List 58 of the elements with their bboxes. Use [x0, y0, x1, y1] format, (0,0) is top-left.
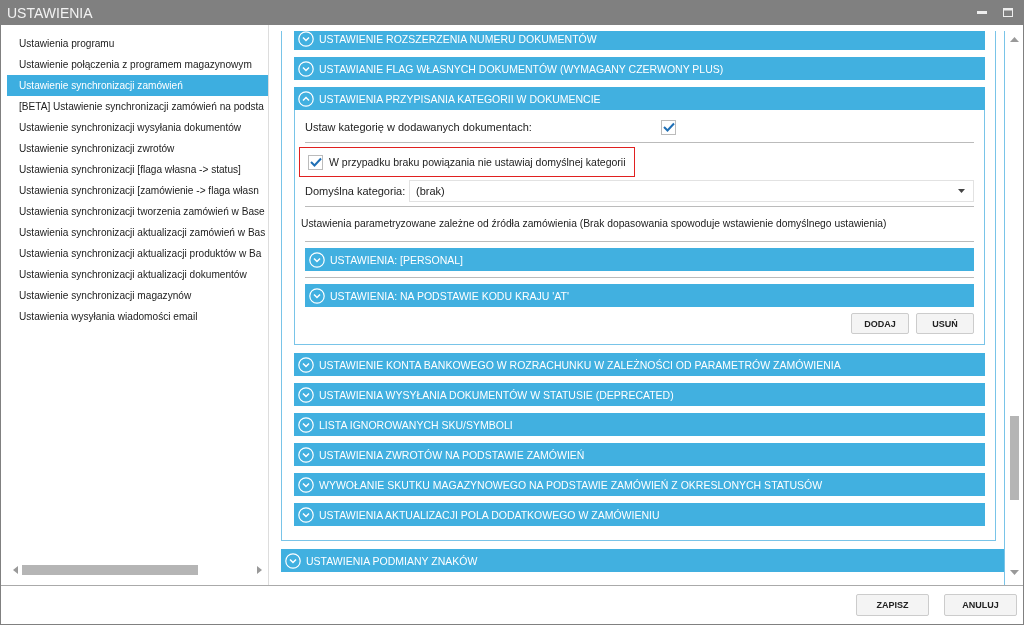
checkbox-label: W przypadku braku powiązania nie ustawiaj domyślnej kategorii [329, 156, 626, 168]
add-button[interactable]: DODAJ [851, 313, 909, 334]
scrollbar-thumb[interactable] [22, 565, 198, 575]
sidebar-item[interactable]: Ustawienia synchronizacji [zamówienie -> flaga własn [7, 180, 268, 201]
minimize-icon[interactable] [977, 10, 987, 15]
expand-icon [298, 506, 314, 523]
section-title: LISTA IGNOROWANYCH SKU/SYMBOLI [319, 418, 513, 431]
scrollbar-thumb[interactable] [1009, 416, 1019, 500]
sidebar-item[interactable]: Ustawienia synchronizacji aktualizacji produktów w Ba [7, 243, 268, 264]
collapse-icon [298, 90, 314, 107]
expand-icon [309, 287, 325, 304]
sidebar-item[interactable]: Ustawienie synchronizacji zwrotów [7, 138, 268, 159]
sidebar-item[interactable]: Ustawienia programu [7, 33, 268, 54]
maximize-icon[interactable] [1003, 8, 1013, 17]
expand-icon [298, 386, 314, 403]
expand-icon [298, 356, 314, 373]
section-title: WYWOŁANIE SKUTKU MAGAZYNOWEGO NA PODSTAWIE ZAMÓWIEŃ Z OKRESLONYCH STATUSÓW [319, 478, 823, 491]
scroll-up-icon[interactable] [1009, 37, 1019, 42]
checkbox[interactable] [661, 119, 676, 135]
category-dropdown[interactable]: (brak) [409, 180, 974, 202]
window-title: USTAWIENIA [7, 4, 93, 21]
section-title: USTAWIENIA WYSYŁANIA DOKUMENTÓW W STATUSIE (DEPRECATED) [319, 388, 674, 401]
expand-icon [298, 60, 314, 77]
dropdown-arrow-icon [958, 189, 965, 193]
section-title: USTAWIENIA PODMIANY ZNAKÓW [306, 554, 478, 567]
expand-icon [298, 446, 314, 463]
expand-icon [298, 476, 314, 493]
scroll-left-icon[interactable] [13, 566, 18, 574]
sidebar-item[interactable]: Ustawienie synchronizacji magazynów [7, 285, 268, 306]
subsection-title: USTAWIENIA: NA PODSTAWIE KODU KRAJU 'AT' [330, 289, 569, 302]
sidebar-item[interactable]: [BETA] Ustawienie synchronizacji zamówień na podsta [7, 96, 268, 117]
section-title: USTAWIENIE ROZSZERZENIA NUMERU DOKUMENTÓW [319, 32, 597, 45]
expand-icon [298, 31, 314, 47]
section-title: USTAWIENIA PRZYPISANIA KATEGORII W DOKUMENCIE [319, 92, 601, 105]
section-title: USTAWIANIE FLAG WŁASNYCH DOKUMENTÓW (WYMAGANY CZERWONY PLUS) [319, 62, 724, 75]
sidebar-item[interactable]: Ustawienia synchronizacji tworzenia zamówień w Base [7, 201, 268, 222]
save-button[interactable]: ZAPISZ [856, 594, 929, 616]
description-text: Ustawienia parametryzowane zależne od źródła zamówienia (Brak dopasowania spowoduje wstawienie domyślnego ustawienia) [301, 217, 888, 231]
sidebar-item[interactable]: Ustawienia synchronizacji aktualizacji zamówień w Bas [7, 222, 268, 243]
section-title: USTAWIENIE KONTA BANKOWEGO W ROZRACHUNKU W ZALEŻNOŚCI OD PARAMETRÓW ZAMÓWIENIA [319, 358, 841, 371]
sidebar-item[interactable]: Ustawienia synchronizacji aktualizacji dokumentów [7, 264, 268, 285]
scroll-down-icon[interactable] [1009, 570, 1019, 575]
sidebar-item[interactable]: Ustawienie połączenia z programem magazynowym [7, 54, 268, 75]
subsection-title: USTAWIENIA: [PERSONAL] [330, 253, 464, 266]
field-label: Domyślna kategoria: [305, 185, 407, 197]
sidebar-item[interactable]: Ustawienie synchronizacji wysyłania dokumentów [7, 117, 268, 138]
section-title: USTAWIENIA AKTUALIZACJI POLA DODATKOWEGO W ZAMÓWIENIU [319, 508, 660, 521]
checkbox-label: Ustaw kategorię w dodawanych dokumentach: [305, 121, 533, 133]
sidebar-item[interactable]: Ustawienia wysyłania wiadomości email [7, 306, 268, 327]
expand-icon [285, 552, 301, 569]
expand-icon [298, 416, 314, 433]
sidebar-item[interactable]: Ustawienia synchronizacji [flaga własna -> status] [7, 159, 268, 180]
expand-icon [309, 251, 325, 268]
scroll-right-icon[interactable] [257, 566, 262, 574]
remove-button[interactable]: USUŃ [916, 313, 974, 334]
cancel-button[interactable]: ANULUJ [944, 594, 1017, 616]
checkbox[interactable] [308, 154, 323, 170]
section-title: USTAWIENIA ZWROTÓW NA PODSTAWIE ZAMÓWIEŃ [319, 448, 585, 461]
